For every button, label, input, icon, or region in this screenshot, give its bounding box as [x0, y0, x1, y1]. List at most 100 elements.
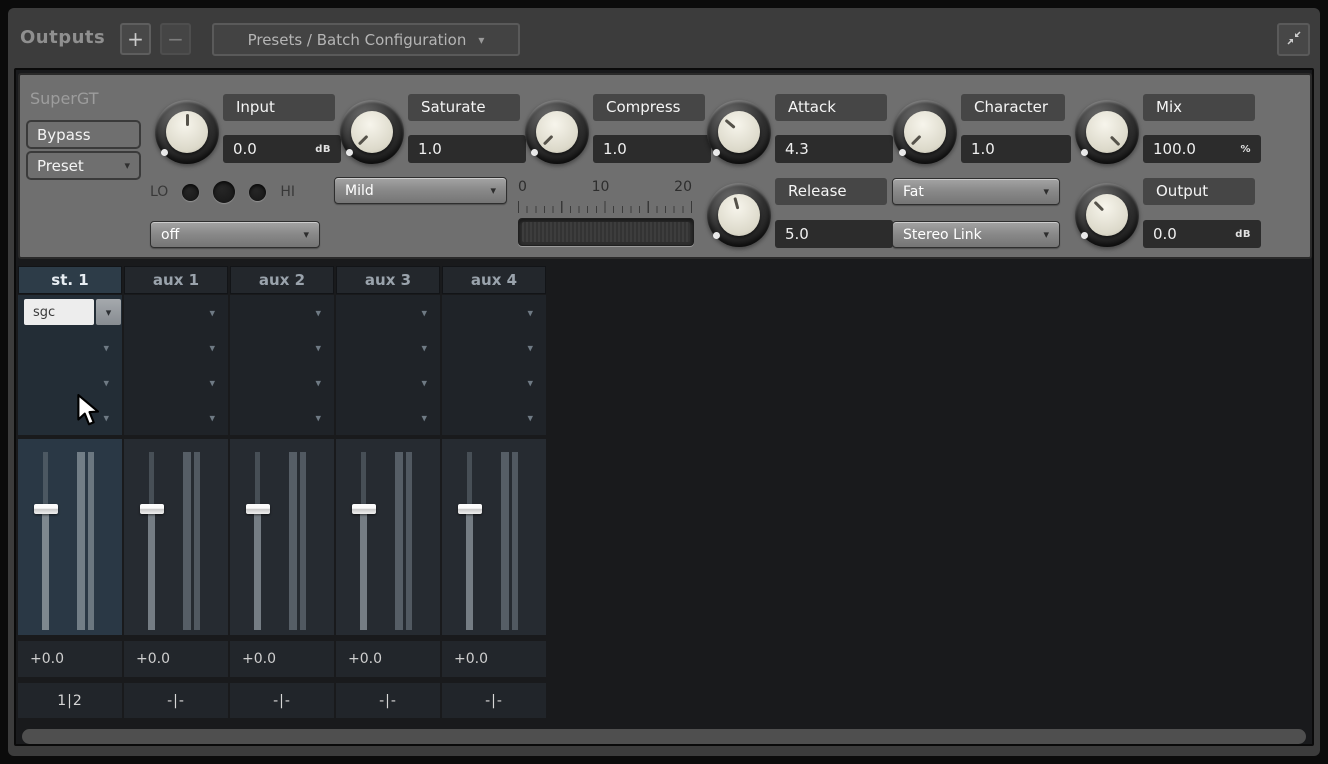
effect-slot-1[interactable]: ▾: [124, 295, 228, 330]
effect-slot-3[interactable]: ▾: [124, 365, 228, 400]
release-knob[interactable]: [707, 183, 771, 247]
knob-glint: [1081, 149, 1088, 156]
volume-fader-handle[interactable]: [458, 504, 482, 514]
channel-header[interactable]: aux 4: [442, 266, 546, 294]
effect-slot-1[interactable]: ▾: [442, 295, 546, 330]
lo-led-icon: [182, 184, 199, 201]
channel-header[interactable]: aux 3: [336, 266, 440, 294]
output-routing[interactable]: -|-: [230, 683, 334, 718]
add-channel-button[interactable]: +: [120, 23, 151, 55]
effect-slot-3[interactable]: ▾: [230, 365, 334, 400]
gain-value[interactable]: +0.0: [124, 641, 228, 677]
level-meter-right: [406, 452, 412, 630]
meter-stripes: [522, 222, 690, 242]
level-meter-right: [88, 452, 94, 630]
mix-value[interactable]: 100.0 %: [1143, 135, 1261, 163]
gain-value[interactable]: +0.0: [336, 641, 440, 677]
attack-knob[interactable]: [707, 100, 771, 164]
effect-slot-4[interactable]: ▾: [442, 400, 546, 435]
remove-channel-button[interactable]: −: [160, 23, 191, 55]
outputs-content-area: SuperGT Bypass Preset ▾ LO HI off: [14, 68, 1314, 746]
chevron-down-icon: ▾: [103, 376, 109, 389]
fader-section: [336, 439, 440, 635]
input-value-text: 0.0: [233, 140, 257, 158]
effect-slot-3[interactable]: ▾: [442, 365, 546, 400]
chevron-down-icon: ▾: [209, 376, 215, 389]
saturate-mode-value: Mild: [345, 183, 374, 199]
output-routing[interactable]: -|-: [124, 683, 228, 718]
saturate-mode-dropdown[interactable]: Mild ▾: [334, 177, 507, 204]
effect-slot-4[interactable]: ▾: [18, 400, 122, 435]
attack-value[interactable]: 4.3: [775, 135, 893, 163]
fader-track-fill: [466, 513, 473, 630]
gain-value[interactable]: +0.0: [442, 641, 546, 677]
compress-value[interactable]: 1.0: [593, 135, 711, 163]
effect-slot-2[interactable]: ▾: [18, 330, 122, 365]
channel-header[interactable]: st. 1: [18, 266, 122, 294]
knob-glint: [713, 232, 720, 239]
hi-label: HI: [280, 184, 295, 200]
output-routing[interactable]: 1|2: [18, 683, 122, 718]
chevron-down-icon: ▾: [527, 306, 533, 319]
volume-fader-handle[interactable]: [246, 504, 270, 514]
volume-fader-handle[interactable]: [140, 504, 164, 514]
saturate-knob[interactable]: [340, 100, 404, 164]
output-routing[interactable]: -|-: [442, 683, 546, 718]
channel-header[interactable]: aux 2: [230, 266, 334, 294]
horizontal-scrollbar[interactable]: [22, 729, 1306, 744]
character-knob[interactable]: [893, 100, 957, 164]
effect-slot-4[interactable]: ▾: [336, 400, 440, 435]
effect-slot-selector[interactable]: sgc: [24, 299, 94, 325]
chevron-down-icon: ▾: [421, 411, 427, 424]
gain-value[interactable]: +0.0: [230, 641, 334, 677]
sidechain-routing-dropdown[interactable]: off ▾: [150, 221, 320, 248]
input-value[interactable]: 0.0 dB: [223, 135, 341, 163]
character-mode-dropdown[interactable]: Fat ▾: [892, 178, 1060, 205]
level-meter-right: [512, 452, 518, 630]
collapse-view-button[interactable]: [1277, 23, 1310, 56]
knob-glint: [899, 149, 906, 156]
effect-slot-2[interactable]: ▾: [336, 330, 440, 365]
page-title: Outputs: [20, 27, 105, 48]
character-value[interactable]: 1.0: [961, 135, 1071, 163]
release-value[interactable]: 5.0: [775, 220, 893, 248]
preset-label: Preset: [37, 157, 84, 175]
fader-track-fill: [148, 513, 155, 630]
effect-slot-1[interactable]: ▾: [230, 295, 334, 330]
stereo-link-value: Stereo Link: [903, 227, 982, 243]
channel-strip-aux2: aux 2 ▾ ▾ ▾ ▾ +0.0 -|-: [230, 266, 334, 718]
preset-dropdown[interactable]: Preset ▾: [26, 151, 141, 180]
effect-slot-selector-button[interactable]: ▾: [96, 299, 121, 325]
effect-slot-2[interactable]: ▾: [442, 330, 546, 365]
hi-led-icon: [249, 184, 266, 201]
effect-slot-4[interactable]: ▾: [124, 400, 228, 435]
chevron-down-icon: ▾: [527, 341, 533, 354]
effect-slot-3[interactable]: ▾: [336, 365, 440, 400]
compress-knob[interactable]: [525, 100, 589, 164]
volume-fader-handle[interactable]: [352, 504, 376, 514]
effect-slot-2[interactable]: ▾: [230, 330, 334, 365]
chevron-down-icon: ▾: [315, 306, 321, 319]
bypass-button[interactable]: Bypass: [26, 120, 141, 149]
stereo-link-dropdown[interactable]: Stereo Link ▾: [892, 221, 1060, 248]
output-routing[interactable]: -|-: [336, 683, 440, 718]
effect-slot-1[interactable]: sgc ▾: [18, 295, 122, 330]
mix-knob[interactable]: [1075, 100, 1139, 164]
effect-slot-1[interactable]: ▾: [336, 295, 440, 330]
effect-slot-4[interactable]: ▾: [230, 400, 334, 435]
knob-glint: [1081, 232, 1088, 239]
chevron-down-icon: ▾: [209, 341, 215, 354]
volume-fader-handle[interactable]: [34, 504, 58, 514]
output-knob[interactable]: [1075, 183, 1139, 247]
effect-slot-3[interactable]: ▾: [18, 365, 122, 400]
outputs-section: Outputs + − Presets / Batch Configuratio…: [0, 0, 1328, 764]
presets-batch-configuration-dropdown[interactable]: Presets / Batch Configuration ▾: [212, 23, 520, 56]
input-knob[interactable]: [155, 100, 219, 164]
channel-header[interactable]: aux 1: [124, 266, 228, 294]
saturate-value[interactable]: 1.0: [408, 135, 526, 163]
output-value[interactable]: 0.0 dB: [1143, 220, 1261, 248]
output-unit-label: dB: [1235, 229, 1251, 240]
level-meter-left: [289, 452, 297, 630]
gain-value[interactable]: +0.0: [18, 641, 122, 677]
effect-slot-2[interactable]: ▾: [124, 330, 228, 365]
